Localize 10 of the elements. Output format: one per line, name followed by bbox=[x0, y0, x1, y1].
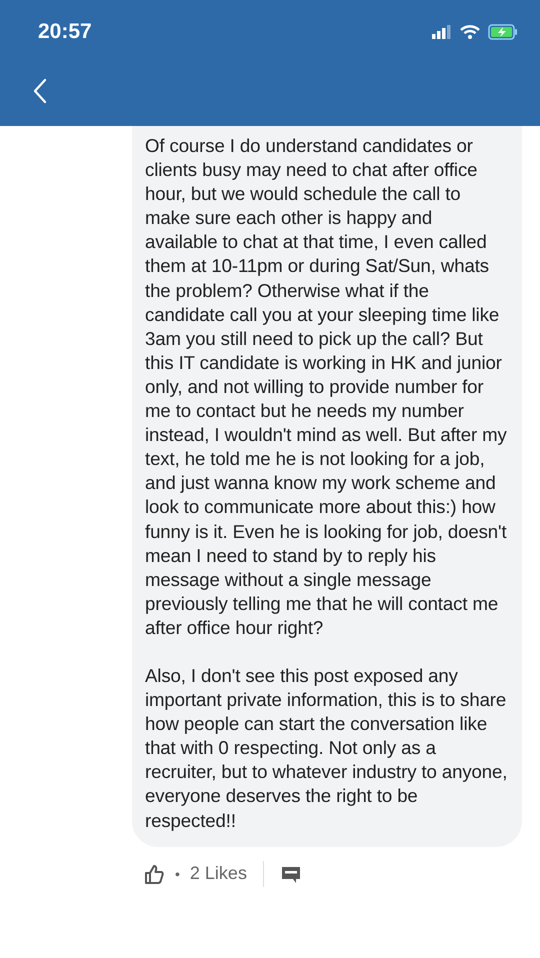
comment-text: Of course I do understand candidates or clients busy may need to chat after office hour, but we would schedule the call to make sure each other is happy and available to chat at that time, I even called them at 10-11pm or during Sat/Sun, whats the problem? Otherwise what if the candidate call you at your sleeping time like 3am you still need to pick up the call? But this IT candidate is working in HK and junior only, and not willing to provide number for me to contact but he needs my number instead, I wouldn't mind as well. But after my text, he told me he is not looking for a job, and just wanna know my work scheme and look to communicate more about this:) how funny is it. Even he is looking for job, doesn't mean I need to stand by to reply his message without a single message previously telling me that he will contact me after office hour right? bbox=[145, 134, 508, 640]
wifi-icon bbox=[460, 25, 480, 39]
likes-count[interactable]: 2 Likes bbox=[190, 863, 247, 884]
status-time: 20:57 bbox=[38, 20, 92, 44]
like-button[interactable] bbox=[143, 862, 165, 885]
comment-text: Also, I don't see this post exposed any important private information, this is to share how people can start the conversation like that with 0 respecting. Not only as a recruiter, but to whatever industry to anyone, everyone deserves the right to be respected!! bbox=[145, 664, 508, 833]
separator-dot: • bbox=[175, 866, 180, 882]
signal-icon bbox=[432, 25, 452, 39]
back-button[interactable] bbox=[33, 78, 47, 104]
battery-charging-icon bbox=[488, 24, 518, 40]
